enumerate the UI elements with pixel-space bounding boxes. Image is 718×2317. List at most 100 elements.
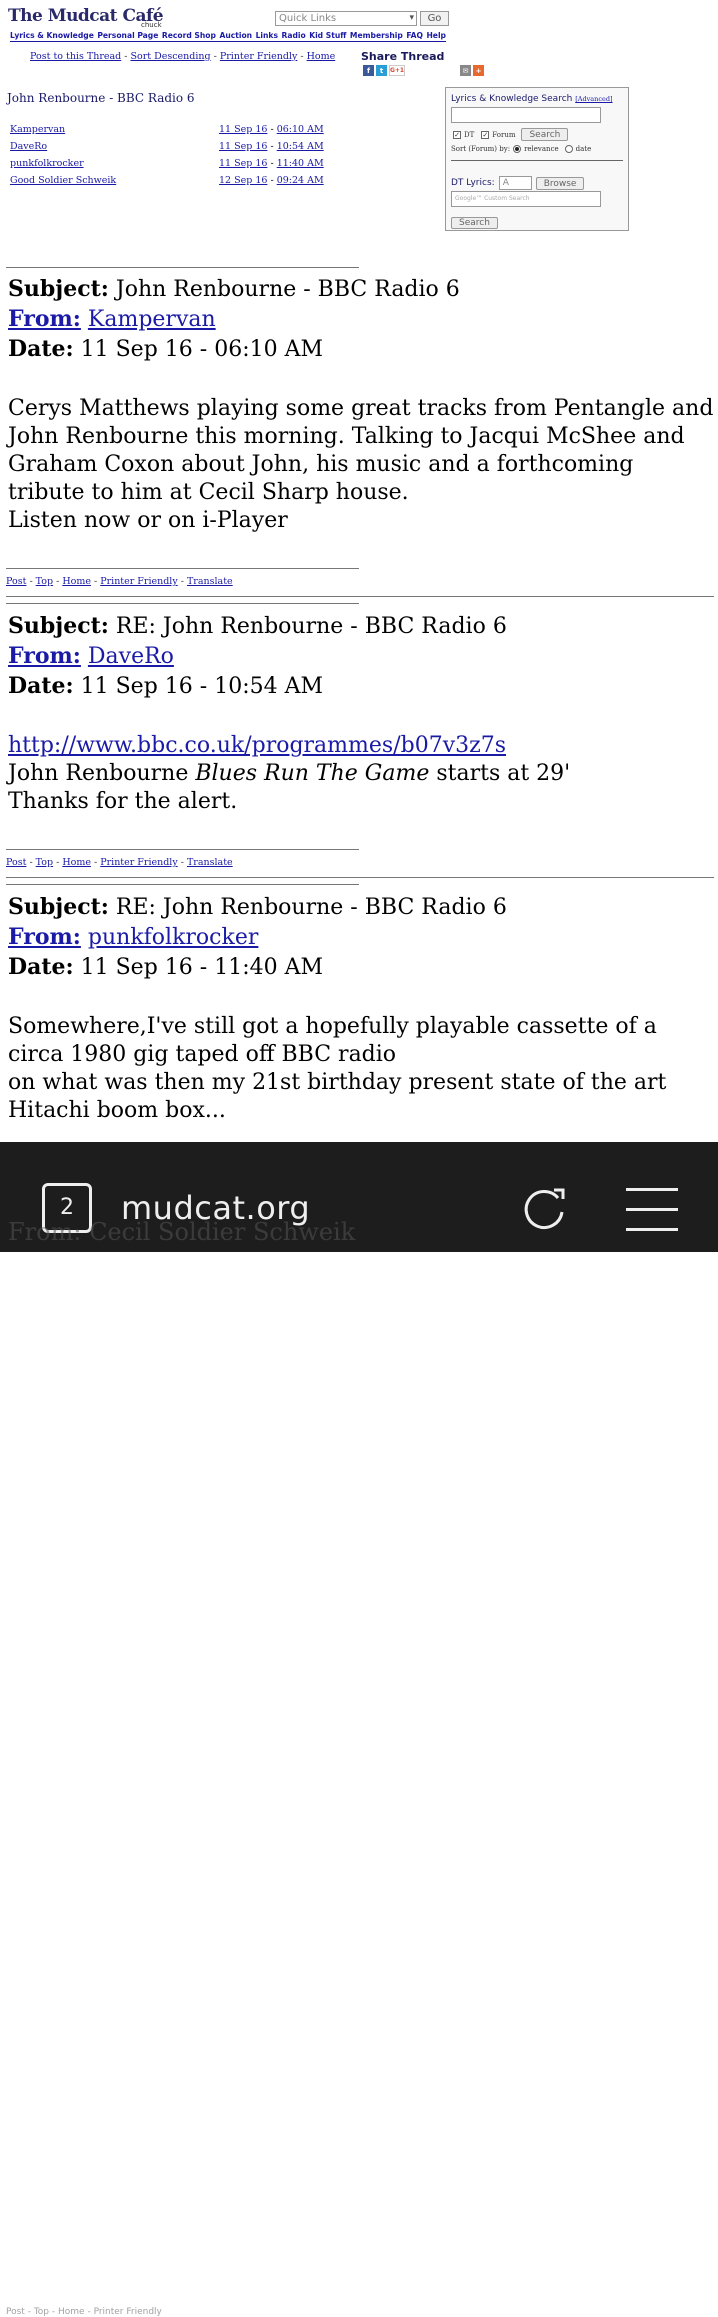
sort-options: Sort (Forum) by: relevance date xyxy=(451,145,591,153)
author-link[interactable]: DaveRo xyxy=(88,644,174,669)
custom-search-button[interactable]: Search xyxy=(451,217,498,229)
post-link[interactable]: Post xyxy=(6,857,26,868)
dt-lyrics-row: DT Lyrics: A Browse xyxy=(451,176,585,190)
from-label-link[interactable]: From: xyxy=(8,924,81,950)
nav-links[interactable]: Links xyxy=(256,31,278,40)
from-label-link[interactable]: From: xyxy=(8,643,81,669)
nav-help[interactable]: Help xyxy=(426,31,446,40)
message-time-link[interactable]: 06:10 AM xyxy=(277,124,324,135)
add-icon[interactable]: + xyxy=(473,65,484,76)
author-link[interactable]: punkfolkrocker xyxy=(88,925,258,950)
subject-label: Subject: xyxy=(8,613,109,639)
message-time-link[interactable]: 11:40 AM xyxy=(277,158,324,169)
divider xyxy=(6,596,714,597)
top-link[interactable]: Top xyxy=(36,576,53,587)
nav-membership[interactable]: Membership xyxy=(350,31,403,40)
nav-lyrics-knowledge[interactable]: Lyrics & Knowledge xyxy=(10,31,94,40)
message-author-link[interactable]: DaveRo xyxy=(10,141,47,152)
post-body: Cerys Matthews playing some great tracks… xyxy=(8,395,714,535)
twitter-icon[interactable]: t xyxy=(376,65,387,76)
song-title: Blues Run The Game xyxy=(195,761,430,786)
subject-text: John Renbourne - BBC Radio 6 xyxy=(115,277,460,302)
post-body-text: Cerys Matthews playing some great tracks… xyxy=(8,396,714,505)
message-author-link[interactable]: Kampervan xyxy=(10,124,65,135)
top-link[interactable]: Top xyxy=(36,857,53,868)
message-date-link[interactable]: 11 Sep 16 xyxy=(219,141,267,152)
printer-friendly-link[interactable]: Printer Friendly xyxy=(100,857,178,868)
ghost-top-link: Top xyxy=(33,2307,50,2317)
relevance-radio[interactable] xyxy=(513,145,522,153)
text-span: starts at 29' xyxy=(429,761,571,786)
search-panel-title: Lyrics & Knowledge Search [Advanced] xyxy=(451,94,613,104)
message-time-link[interactable]: 09:24 AM xyxy=(277,175,324,186)
date-radio[interactable] xyxy=(564,145,573,153)
sort-label: Sort (Forum) by: xyxy=(451,145,511,153)
search-panel: Lyrics & Knowledge Search [Advanced] ✓ D… xyxy=(445,87,629,231)
message-date-link[interactable]: 12 Sep 16 xyxy=(219,175,267,186)
message-timestamp: 12 Sep 16 - 09:24 AM xyxy=(219,175,324,186)
search-button[interactable]: Search xyxy=(521,128,569,141)
printer-friendly-link[interactable]: Printer Friendly xyxy=(220,51,298,62)
nav-auction[interactable]: Auction xyxy=(219,31,252,40)
post-link[interactable]: Post xyxy=(6,576,26,587)
post-date: Date: 11 Sep 16 - 11:40 AM xyxy=(8,953,714,983)
post-body-text: John Renbourne Blues Run The Game starts… xyxy=(8,760,714,788)
home-link[interactable]: Home xyxy=(62,857,91,868)
search-input[interactable] xyxy=(451,107,601,123)
list-item: DaveRo 11 Sep 16 - 10:54 AM xyxy=(10,141,330,158)
custom-search-input[interactable]: Google™ Custom Search xyxy=(451,191,601,207)
date-label: Date: xyxy=(8,954,74,980)
sort-descending-link[interactable]: Sort Descending xyxy=(130,51,210,62)
facebook-icon[interactable]: f xyxy=(363,65,374,76)
reload-icon[interactable] xyxy=(518,1182,572,1240)
share-thread-title: Share Thread xyxy=(361,50,445,63)
email-icon[interactable]: ✉ xyxy=(460,65,471,76)
ghost-from-label: From: xyxy=(8,1218,82,1246)
advanced-search-link[interactable]: [Advanced] xyxy=(575,95,612,103)
nav-radio[interactable]: Radio xyxy=(281,31,305,40)
message-time-link[interactable]: 10:54 AM xyxy=(277,141,324,152)
home-link[interactable]: Home xyxy=(307,51,336,62)
forum-label: Forum xyxy=(492,130,516,139)
message-list: Kampervan 11 Sep 16 - 06:10 AM DaveRo 11… xyxy=(10,124,330,192)
ghost-author: Cecil Soldier Schweik xyxy=(89,1218,356,1246)
from-label-link[interactable]: From: xyxy=(8,306,81,332)
message-author-link[interactable]: punkfolkrocker xyxy=(10,158,84,169)
translate-link[interactable]: Translate xyxy=(187,576,233,587)
post-to-thread-link[interactable]: Post to this Thread xyxy=(30,51,121,62)
message-author-link[interactable]: Good Soldier Schweik xyxy=(10,175,116,186)
ghost-printer-link: Printer Friendly xyxy=(93,2307,162,2317)
browse-button[interactable]: Browse xyxy=(535,176,585,190)
go-button[interactable]: Go xyxy=(420,11,449,26)
dt-checkbox[interactable]: ✓ xyxy=(453,130,461,139)
nav-personal-page[interactable]: Personal Page xyxy=(97,31,158,40)
post-body-link[interactable]: http://www.bbc.co.uk/programmes/b07v3z7s xyxy=(8,733,506,758)
nav-faq[interactable]: FAQ xyxy=(406,31,423,40)
printer-friendly-link[interactable]: Printer Friendly xyxy=(100,576,178,587)
menu-icon[interactable] xyxy=(626,1184,678,1240)
post-from: From: punkfolkrocker xyxy=(8,923,714,953)
subject-label: Subject: xyxy=(8,276,109,302)
message-date-link[interactable]: 11 Sep 16 xyxy=(219,124,267,135)
site-logo[interactable]: The Mudcat Café xyxy=(8,6,164,26)
search-title-text: Lyrics & Knowledge Search xyxy=(451,94,573,104)
subject-text: RE: John Renbourne - BBC Radio 6 xyxy=(115,895,507,920)
nav-record-shop[interactable]: Record Shop xyxy=(162,31,216,40)
post-subject: Subject: RE: John Renbourne - BBC Radio … xyxy=(8,893,714,923)
translate-link[interactable]: Translate xyxy=(187,857,233,868)
quick-links-select[interactable]: Quick Links ▾ xyxy=(275,11,417,26)
post-navigation: Post - Top - Home - Printer Friendly - T… xyxy=(6,857,233,868)
nav-kid-stuff[interactable]: Kid Stuff xyxy=(309,31,346,40)
username: chuck xyxy=(141,21,162,29)
dt-lyrics-input[interactable]: A xyxy=(498,176,532,190)
home-link[interactable]: Home xyxy=(62,576,91,587)
chevron-down-icon: ▾ xyxy=(409,13,414,23)
google-plus-icon[interactable]: G+1 xyxy=(389,65,405,76)
date-text: 11 Sep 16 - 11:40 AM xyxy=(80,955,324,980)
separator: - xyxy=(210,51,220,62)
ghost-home-link: Home xyxy=(58,2307,85,2317)
author-link[interactable]: Kampervan xyxy=(88,307,216,332)
forum-checkbox[interactable]: ✓ xyxy=(481,130,490,139)
message-date-link[interactable]: 11 Sep 16 xyxy=(219,158,267,169)
post-from: From: Kampervan xyxy=(8,305,714,335)
